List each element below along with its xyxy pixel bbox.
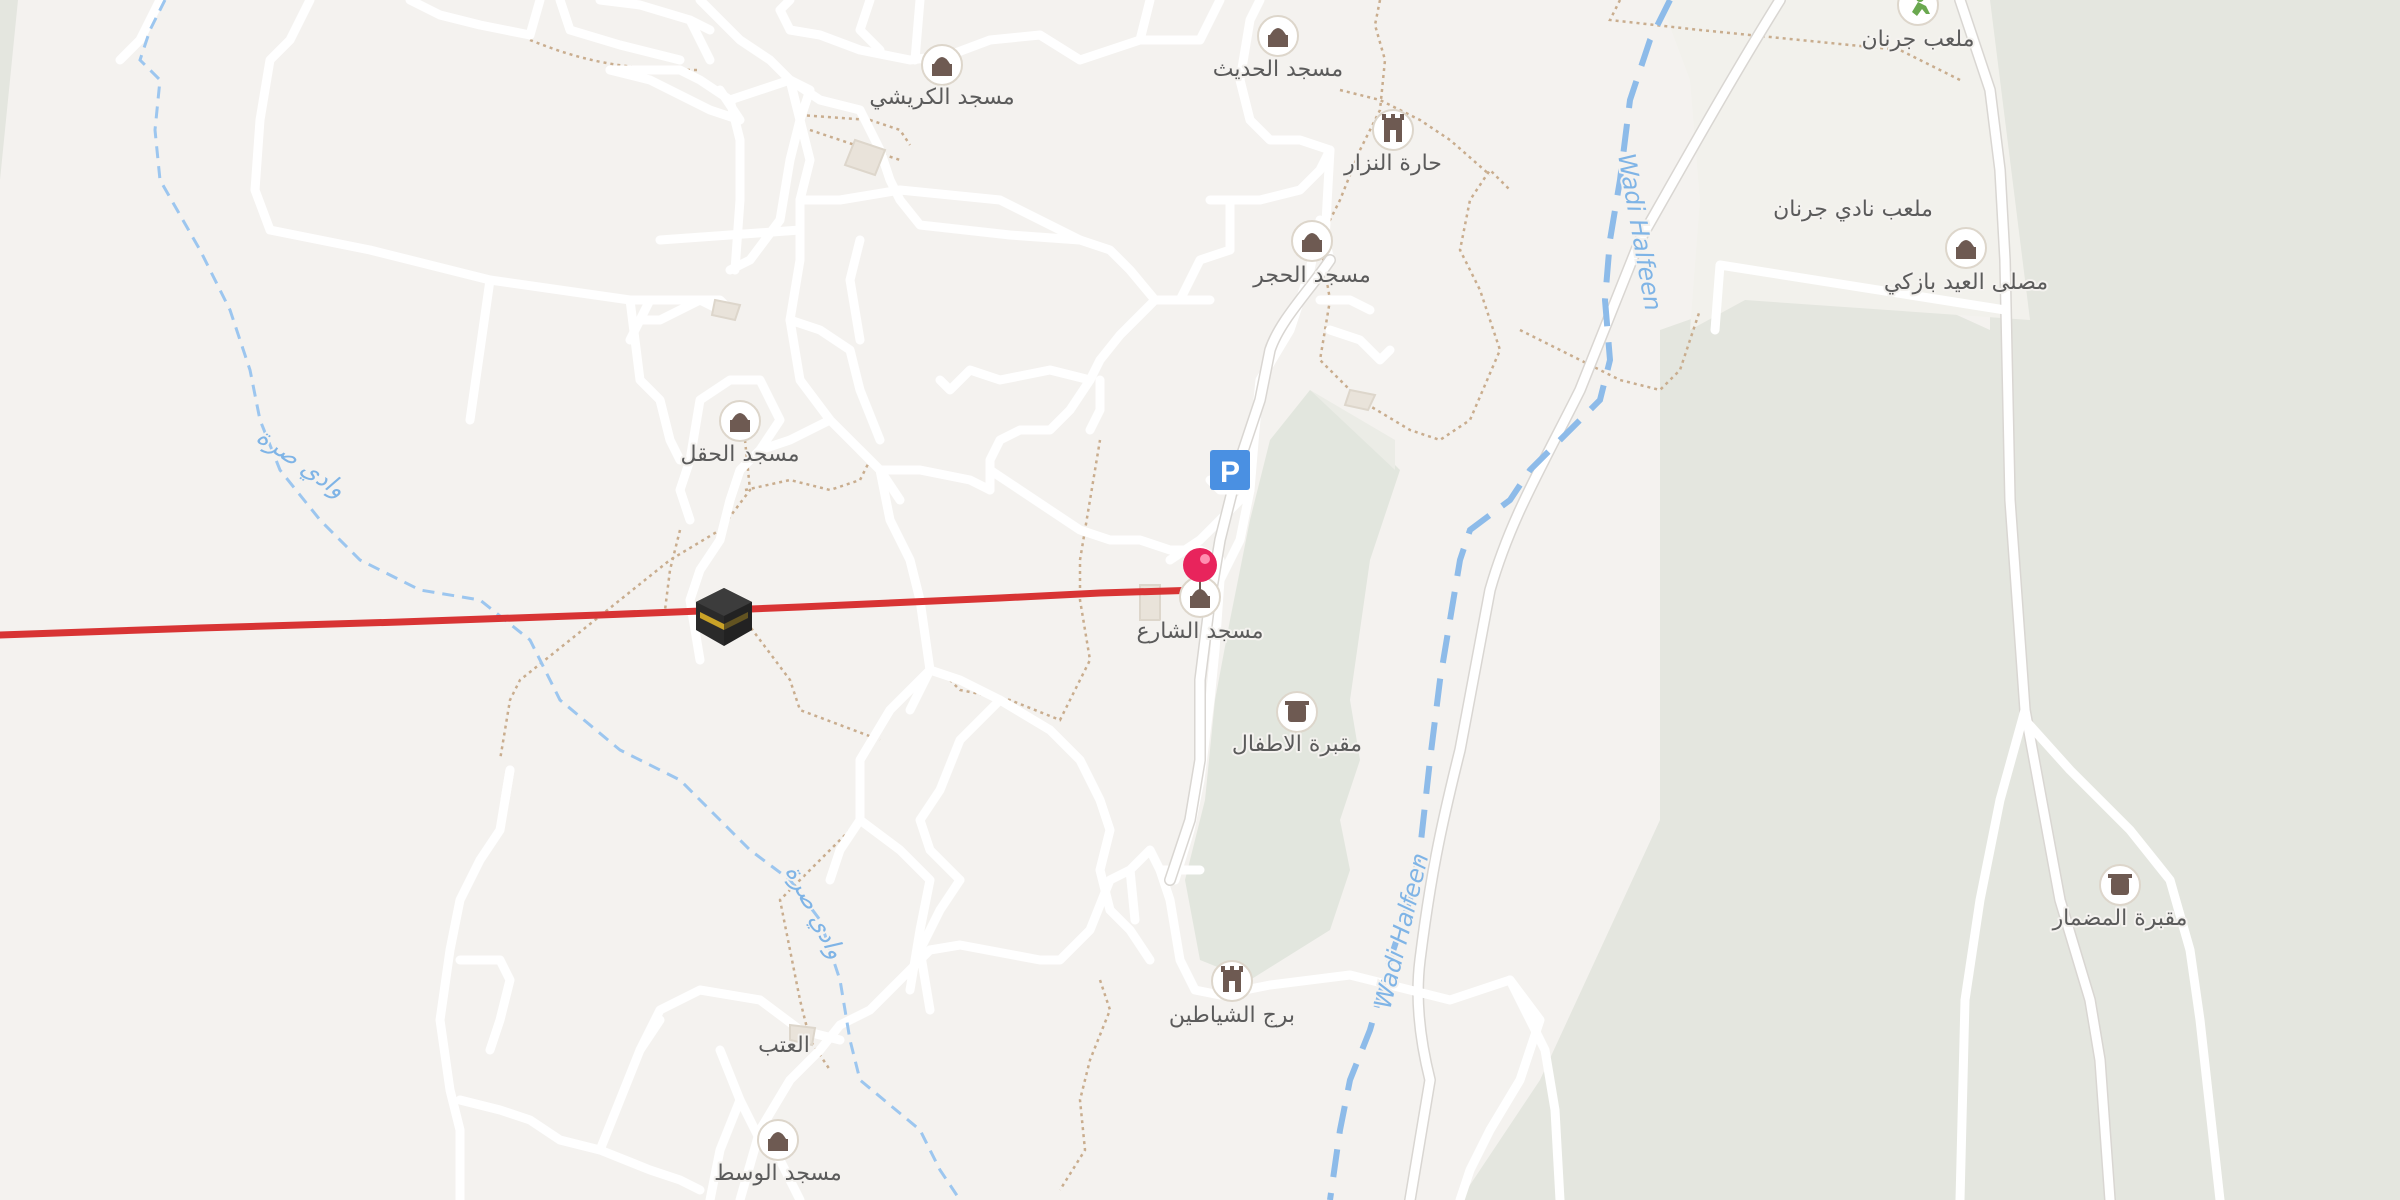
poi-label: مسجد الحقل bbox=[681, 442, 800, 467]
poi-label: مسجد الشارع bbox=[1136, 619, 1263, 644]
cemetery-icon bbox=[2108, 874, 2132, 895]
parking-marker[interactable]: P bbox=[1210, 450, 1250, 490]
poi-label: مسجد الوسط bbox=[714, 1161, 842, 1186]
poi-label: مصلى العيد بازكي bbox=[1884, 270, 2048, 295]
tower-icon bbox=[1382, 114, 1404, 142]
poi-label: العتب bbox=[758, 1033, 810, 1058]
tower-icon bbox=[1221, 966, 1243, 992]
poi-label: مقبرة الاطفال bbox=[1232, 732, 1362, 757]
poi-malab-nadi-jarnan[interactable]: ملعب نادي جرنان bbox=[1771, 195, 1935, 224]
cemetery-icon bbox=[1285, 701, 1309, 722]
poi-label: ملعب نادي جرنان bbox=[1773, 197, 1933, 222]
map-canvas[interactable]: Wadi Halfeen Wadi Halfeen وادي صرة وادي … bbox=[0, 0, 2400, 1200]
poi-label: مسجد الحديث bbox=[1213, 57, 1343, 82]
poi-label: مسجد الكريشي bbox=[869, 85, 1014, 110]
poi-label: مقبرة المضمار bbox=[2052, 906, 2188, 931]
poi-label: حارة النزار bbox=[1343, 151, 1442, 176]
poi-label: برج الشياطين bbox=[1169, 1003, 1295, 1028]
poi-aletb[interactable]: العتب bbox=[756, 1031, 812, 1060]
poi-label: ملعب جرنان bbox=[1862, 27, 1975, 52]
parking-icon: P bbox=[1220, 456, 1240, 489]
poi-label: مسجد الحجر bbox=[1252, 263, 1371, 288]
